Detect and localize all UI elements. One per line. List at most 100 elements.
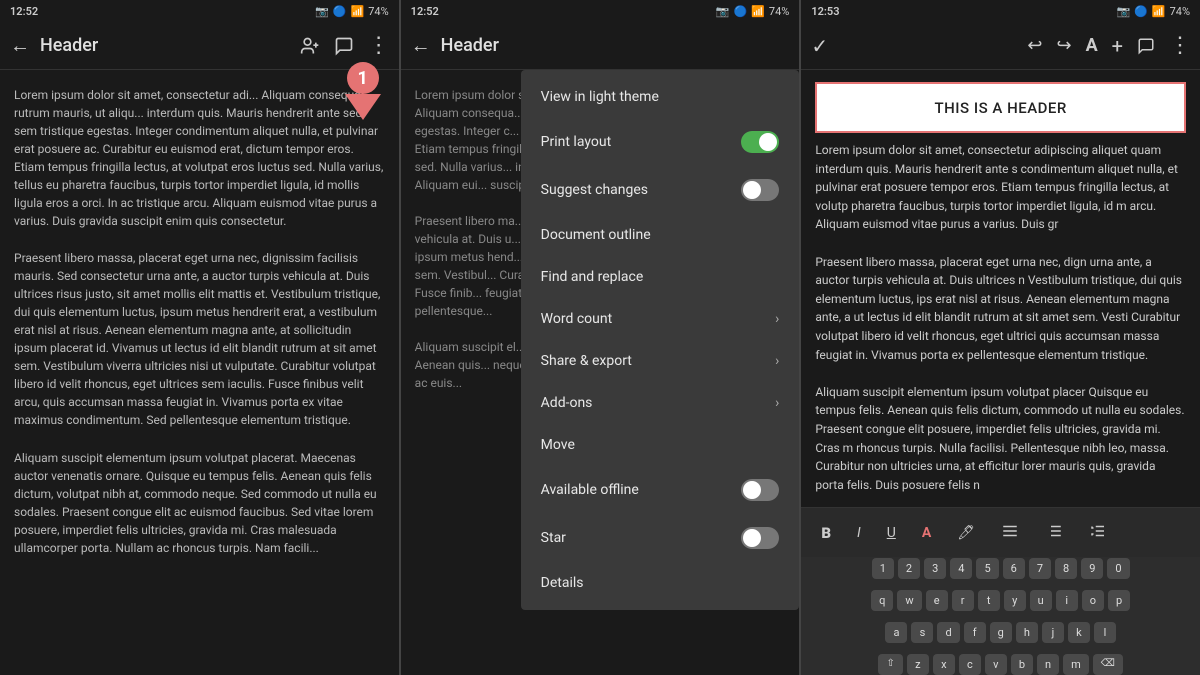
menu-item-suggest-changes[interactable]: Suggest changes xyxy=(521,166,800,214)
menu-item-word-count[interactable]: Word count › xyxy=(521,298,800,340)
key-x[interactable]: x xyxy=(933,654,955,675)
key-l[interactable]: l xyxy=(1094,622,1116,643)
key-b[interactable]: b xyxy=(1011,654,1033,675)
key-e[interactable]: e xyxy=(926,590,948,611)
menu-label-available-offline: Available offline xyxy=(541,482,639,498)
key-n[interactable]: n xyxy=(1037,654,1059,675)
status-icons-1: 📷 🔵 📶 74% xyxy=(315,5,389,18)
formatting-toolbar: B I U A 🖊 xyxy=(801,507,1200,557)
header-section: THIS IS A HEADER xyxy=(815,82,1186,133)
key-z[interactable]: z xyxy=(907,654,929,675)
key-shift[interactable]: ⇧ xyxy=(878,654,902,675)
keyboard-row-4: ⇧ z x c v b n m ⌫ xyxy=(872,650,1128,675)
comment-icon[interactable] xyxy=(334,36,354,56)
menu-item-move[interactable]: Move xyxy=(521,424,800,466)
menu-item-star[interactable]: Star xyxy=(521,514,800,562)
back-button-2[interactable]: ← xyxy=(411,33,431,58)
keyboard-row-1: 1 2 3 4 5 6 7 8 9 0 xyxy=(866,554,1136,583)
paint-button[interactable]: 🖊 xyxy=(951,521,981,545)
key-d[interactable]: d xyxy=(937,622,959,643)
key-8[interactable]: 8 xyxy=(1055,558,1077,579)
keyboard: 1 2 3 4 5 6 7 8 9 0 q w e r t y u i o p … xyxy=(801,557,1200,675)
camera-icon-2: 📷 xyxy=(716,5,730,18)
list-button-2[interactable] xyxy=(1083,518,1113,548)
keyboard-row-3: a s d f g h j k l xyxy=(879,618,1121,647)
bluetooth-icon-3: 🔵 xyxy=(1134,5,1148,18)
align-button[interactable] xyxy=(995,518,1025,548)
key-q[interactable]: q xyxy=(871,590,893,611)
list-button-1[interactable] xyxy=(1039,518,1069,548)
key-backspace[interactable]: ⌫ xyxy=(1093,654,1123,675)
menu-label-share-export: Share & export xyxy=(541,353,632,369)
key-1[interactable]: 1 xyxy=(872,558,894,579)
available-offline-toggle[interactable] xyxy=(741,479,779,501)
key-i[interactable]: i xyxy=(1056,590,1078,611)
key-9[interactable]: 9 xyxy=(1081,558,1103,579)
key-o[interactable]: o xyxy=(1082,590,1104,611)
key-c[interactable]: c xyxy=(959,654,981,675)
key-4[interactable]: 4 xyxy=(950,558,972,579)
print-layout-toggle[interactable] xyxy=(741,131,779,153)
key-7[interactable]: 7 xyxy=(1029,558,1051,579)
menu-label-print-layout: Print layout xyxy=(541,134,612,150)
more-options-icon-1[interactable]: ⋮ xyxy=(368,33,389,58)
menu-item-available-offline[interactable]: Available offline xyxy=(521,466,800,514)
key-2[interactable]: 2 xyxy=(898,558,920,579)
key-0[interactable]: 0 xyxy=(1107,558,1129,579)
comment-icon-3[interactable] xyxy=(1137,37,1155,55)
menu-label-document-outline: Document outline xyxy=(541,227,651,243)
italic-button[interactable]: I xyxy=(851,521,867,545)
key-t[interactable]: t xyxy=(978,590,1000,611)
font-color-button[interactable]: A xyxy=(916,521,937,545)
status-bar-1: 12:52 📷 🔵 📶 74% xyxy=(0,0,399,22)
menu-item-addons[interactable]: Add-ons › xyxy=(521,382,800,424)
key-f[interactable]: f xyxy=(964,622,986,643)
format-text-icon[interactable]: A xyxy=(1086,35,1098,56)
back-button-1[interactable]: ← xyxy=(10,33,30,58)
key-g[interactable]: g xyxy=(990,622,1012,643)
toolbar-3: ✓ ↩ ↪ A + ⋮ xyxy=(801,22,1200,70)
menu-item-view-light-theme[interactable]: View in light theme xyxy=(521,76,800,118)
key-p[interactable]: p xyxy=(1108,590,1130,611)
key-w[interactable]: w xyxy=(897,590,921,611)
menu-item-document-outline[interactable]: Document outline xyxy=(521,214,800,256)
menu-item-share-export[interactable]: Share & export › xyxy=(521,340,800,382)
suggest-changes-toggle[interactable] xyxy=(741,179,779,201)
status-bar-3: 12:53 📷 🔵 📶 74% xyxy=(801,0,1200,22)
bluetooth-icon-2: 🔵 xyxy=(734,5,748,18)
key-s[interactable]: s xyxy=(911,622,933,643)
status-icons-2: 📷 🔵 📶 74% xyxy=(716,5,790,18)
bold-button[interactable]: B xyxy=(815,520,837,546)
key-h[interactable]: h xyxy=(1016,622,1038,643)
key-u[interactable]: u xyxy=(1030,590,1052,611)
menu-item-details[interactable]: Details xyxy=(521,562,800,604)
menu-item-print-layout[interactable]: Print layout xyxy=(521,118,800,166)
add-person-icon[interactable] xyxy=(300,36,320,56)
menu-label-details: Details xyxy=(541,575,584,591)
undo-icon[interactable]: ↩ xyxy=(1027,35,1042,56)
toolbar-icons-1: ⋮ xyxy=(300,33,389,58)
addons-chevron: › xyxy=(775,395,779,411)
doc-title-2: Header xyxy=(441,35,790,56)
menu-item-find-replace[interactable]: Find and replace xyxy=(521,256,800,298)
star-toggle[interactable] xyxy=(741,527,779,549)
key-m[interactable]: m xyxy=(1063,654,1089,675)
key-j[interactable]: j xyxy=(1042,622,1064,643)
add-icon[interactable]: + xyxy=(1112,34,1123,58)
key-5[interactable]: 5 xyxy=(976,558,998,579)
key-r[interactable]: r xyxy=(952,590,974,611)
key-v[interactable]: v xyxy=(985,654,1007,675)
redo-icon[interactable]: ↪ xyxy=(1056,35,1071,56)
key-3[interactable]: 3 xyxy=(924,558,946,579)
status-icons-3: 📷 🔵 📶 74% xyxy=(1116,5,1190,18)
toolbar-1: ← Header ⋮ xyxy=(0,22,399,70)
menu-label-addons: Add-ons xyxy=(541,395,593,411)
key-a[interactable]: a xyxy=(885,622,907,643)
word-count-chevron: › xyxy=(775,311,779,327)
check-icon[interactable]: ✓ xyxy=(811,34,828,58)
key-k[interactable]: k xyxy=(1068,622,1090,643)
key-y[interactable]: y xyxy=(1004,590,1026,611)
key-6[interactable]: 6 xyxy=(1003,558,1025,579)
more-options-icon-3[interactable]: ⋮ xyxy=(1169,33,1190,58)
underline-button[interactable]: U xyxy=(881,521,902,545)
